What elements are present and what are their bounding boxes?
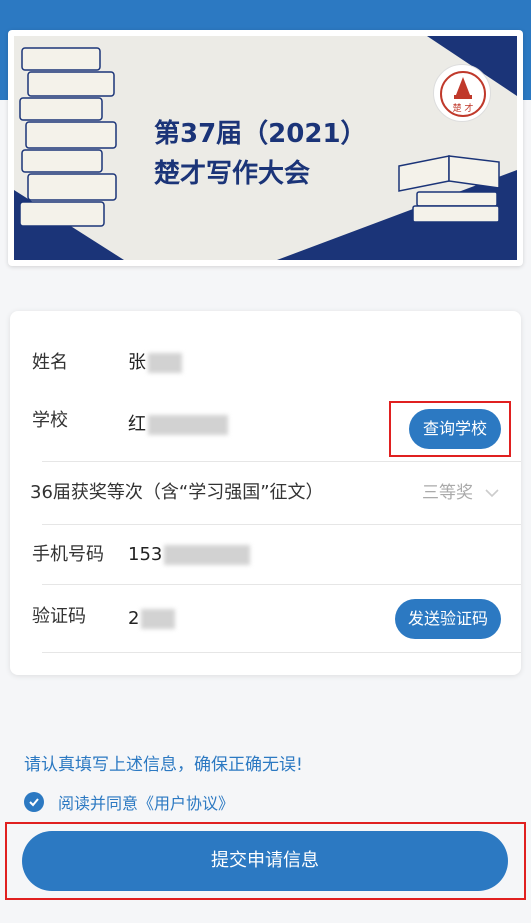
phone-label: 手机号码 — [32, 544, 104, 565]
award-label: 36届获奖等次（含“学习强国”征文） — [30, 482, 324, 503]
chucai-logo: 楚 才 — [433, 64, 491, 122]
chevron-down-icon — [485, 489, 499, 498]
code-value: 2 — [128, 608, 140, 629]
book-stack-icon — [19, 47, 117, 227]
banner-title-line2: 楚才写作大会 — [154, 159, 311, 189]
award-row[interactable]: 36届获奖等次（含“学习强国”征文） 三等奖 — [10, 461, 521, 525]
query-school-button[interactable]: 查询学校 — [408, 409, 501, 449]
phone-row[interactable]: 手机号码 153 — [10, 525, 521, 585]
logo-text: 楚 才 — [453, 102, 474, 114]
submit-button[interactable]: 提交申请信息 — [22, 831, 508, 891]
banner-image: 楚 才 第37届（2021） 楚才写作大会 — [14, 36, 517, 260]
award-select[interactable]: 三等奖 — [422, 481, 473, 505]
code-field[interactable]: 2 — [128, 607, 176, 631]
notice-text: 请认真填写上述信息，确保正确无误! — [24, 755, 303, 775]
agreement-link[interactable]: 阅读并同意《用户协议》 — [58, 790, 234, 814]
name-label: 姓名 — [32, 352, 68, 373]
checkbox-checked-icon[interactable] — [24, 792, 44, 812]
open-book-icon — [398, 155, 500, 223]
redacted-blur — [164, 545, 251, 565]
school-label: 学校 — [32, 410, 68, 431]
send-code-button[interactable]: 发送验证码 — [394, 599, 501, 639]
code-label: 验证码 — [32, 606, 86, 627]
redacted-blur — [148, 415, 228, 435]
banner-title-line1: 第37届（2021） — [154, 119, 367, 149]
redacted-blur — [141, 609, 176, 629]
school-row: 学校 红 查询学校 — [10, 395, 521, 461]
application-form: 姓名 张 学校 红 查询学校 36届获奖等次（含“学习强国”征文） 三等奖 手机… — [10, 311, 521, 675]
divider — [42, 461, 521, 462]
logo-tower-icon: 楚 才 — [440, 71, 486, 117]
school-value: 红 — [128, 414, 146, 435]
phone-field[interactable]: 153 — [128, 543, 251, 567]
banner-title: 第37届（2021） 楚才写作大会 — [154, 114, 367, 194]
redacted-blur — [148, 353, 182, 373]
name-value: 张 — [128, 352, 146, 373]
agreement-row[interactable]: 阅读并同意《用户协议》 — [24, 791, 234, 813]
event-banner: 楚 才 第37届（2021） 楚才写作大会 — [8, 30, 523, 266]
checkmark-icon — [29, 798, 39, 807]
school-field[interactable]: 红 — [128, 413, 228, 437]
code-row: 验证码 2 发送验证码 — [10, 585, 521, 653]
phone-value: 153 — [128, 544, 163, 565]
name-field[interactable]: 张 — [128, 351, 182, 375]
divider — [42, 652, 521, 653]
name-row[interactable]: 姓名 张 — [10, 331, 521, 397]
